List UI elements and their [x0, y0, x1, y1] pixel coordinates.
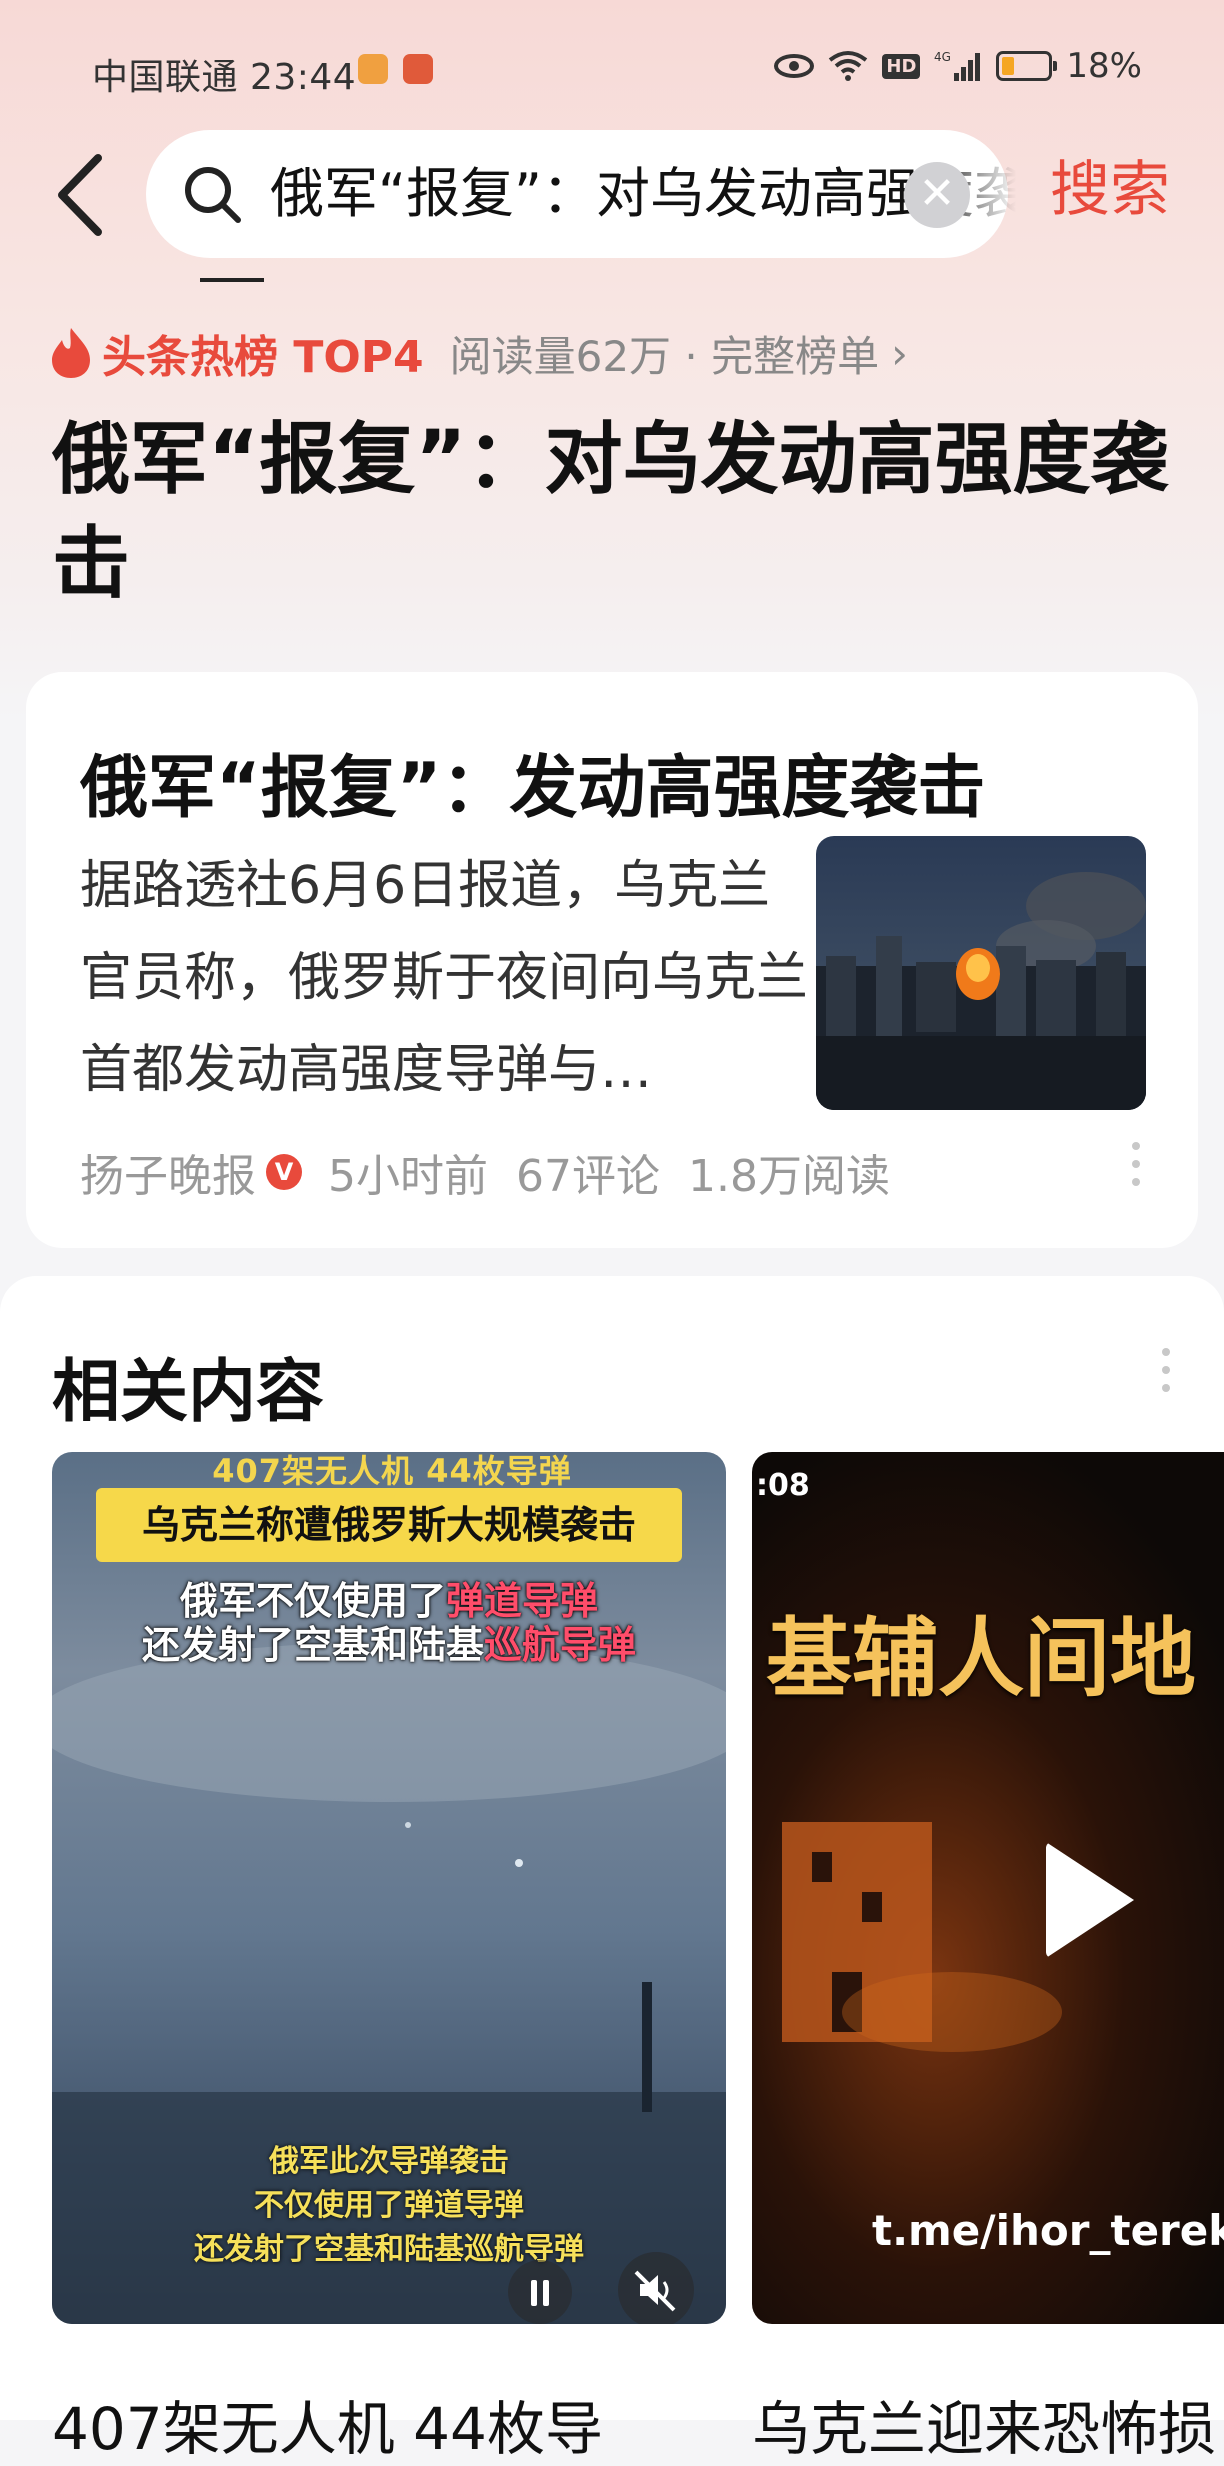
article-summary[interactable]: 据路透社6月6日报道，乌克兰官员称，俄罗斯于夜间向乌克兰首都发动高强度导弹与…	[80, 840, 810, 1116]
search-button[interactable]: 搜索	[1050, 150, 1170, 230]
article-source[interactable]: 扬子晚报	[80, 1140, 256, 1204]
caption-text: 还发射了空基和陆基	[141, 1623, 484, 1667]
more-options-icon[interactable]	[1130, 1142, 1142, 1202]
carrier-time: 中国联通 23:44	[92, 57, 357, 98]
related-caption-1[interactable]: 407架无人机 44枚导	[52, 2382, 603, 2466]
tab-indicator	[200, 278, 264, 282]
pause-icon[interactable]	[508, 2260, 572, 2324]
hot-rank-label: 头条热榜 TOP4	[102, 332, 424, 383]
article-time: 5小时前	[328, 1151, 488, 1202]
search-icon	[185, 167, 241, 223]
article-thumbnail[interactable]	[816, 836, 1146, 1110]
page-title: 俄军“报复”：对乌发动高强度袭击	[52, 415, 1169, 609]
battery-percent: 18%	[1066, 46, 1142, 86]
fire-scene-image	[782, 1822, 1062, 2052]
search-input[interactable]: 俄军“报复”：对乌发动高强度袭击 ✕	[146, 130, 1016, 258]
related-section: 相关内容 407架无人机 44枚导弹 乌克兰称遭俄罗斯大规模袭击 俄军不仅使用了…	[0, 1276, 1224, 2463]
notification-icon	[358, 54, 388, 84]
mute-icon[interactable]	[618, 2252, 694, 2324]
video-watermark: t.me/ihor_terekh	[872, 2206, 1224, 2255]
hot-rank-row[interactable]: 头条热榜 TOP4 阅读量62万 · 完整榜单 ›	[50, 318, 908, 388]
article-reads: 1.8万阅读	[688, 1151, 890, 1202]
video-banner-top: 407架无人机 44枚导弹	[212, 1452, 572, 1490]
eye-icon	[774, 54, 815, 78]
article-card[interactable]: 俄军“报复”：发动高强度袭击 据路透社6月6日报道，乌克兰官员称，俄罗斯于夜间向…	[26, 672, 1198, 1248]
subtitle-line: 不仅使用了弹道导弹	[254, 2188, 524, 2223]
hot-rank-meta[interactable]: 阅读量62万 · 完整榜单	[450, 323, 880, 384]
more-options-icon[interactable]	[1160, 1348, 1172, 1408]
related-caption-2[interactable]: 乌克兰迎来恐怖损	[752, 2382, 1216, 2466]
app-notification-icon	[403, 54, 433, 84]
related-video-1[interactable]: 407架无人机 44枚导弹 乌克兰称遭俄罗斯大规模袭击 俄军不仅使用了弹道导弹 …	[52, 1452, 726, 2324]
subtitle-line: 俄军此次导弹袭击	[269, 2144, 509, 2179]
wifi-icon	[829, 51, 868, 81]
chevron-right-icon[interactable]: ›	[891, 329, 908, 378]
article-meta: 扬子晚报 V 5小时前 67评论 1.8万阅读	[80, 1130, 918, 1214]
related-title: 相关内容	[52, 1353, 325, 1432]
play-icon[interactable]	[1046, 1842, 1134, 1958]
battery-icon	[996, 51, 1058, 81]
city-explosion-image	[816, 872, 1146, 1110]
video-caption-line-2: 还发射了空基和陆基巡航导弹	[52, 1614, 726, 1669]
video-banner: 乌克兰称遭俄罗斯大规模袭击	[96, 1488, 682, 1562]
clear-icon[interactable]: ✕	[904, 162, 970, 228]
caption-highlight: 巡航导弹	[484, 1623, 637, 1667]
signal-icon: 4G	[934, 50, 981, 81]
svg-text:4G: 4G	[934, 50, 951, 64]
hd-icon: HD	[882, 53, 921, 79]
related-video-2[interactable]: :08 基辅人间地 t.me/ihor_terekh	[752, 1452, 1224, 2324]
article-comments: 67评论	[516, 1151, 660, 1202]
status-bar: 中国联通 23:44 HD 4G 18%	[0, 0, 1224, 140]
back-arrow-icon[interactable]	[48, 150, 118, 240]
verified-icon: V	[266, 1154, 302, 1190]
article-title[interactable]: 俄军“报复”：发动高强度袭击	[80, 732, 985, 831]
flame-icon	[52, 328, 90, 378]
system-icons: HD 4G 18%	[774, 44, 1142, 88]
